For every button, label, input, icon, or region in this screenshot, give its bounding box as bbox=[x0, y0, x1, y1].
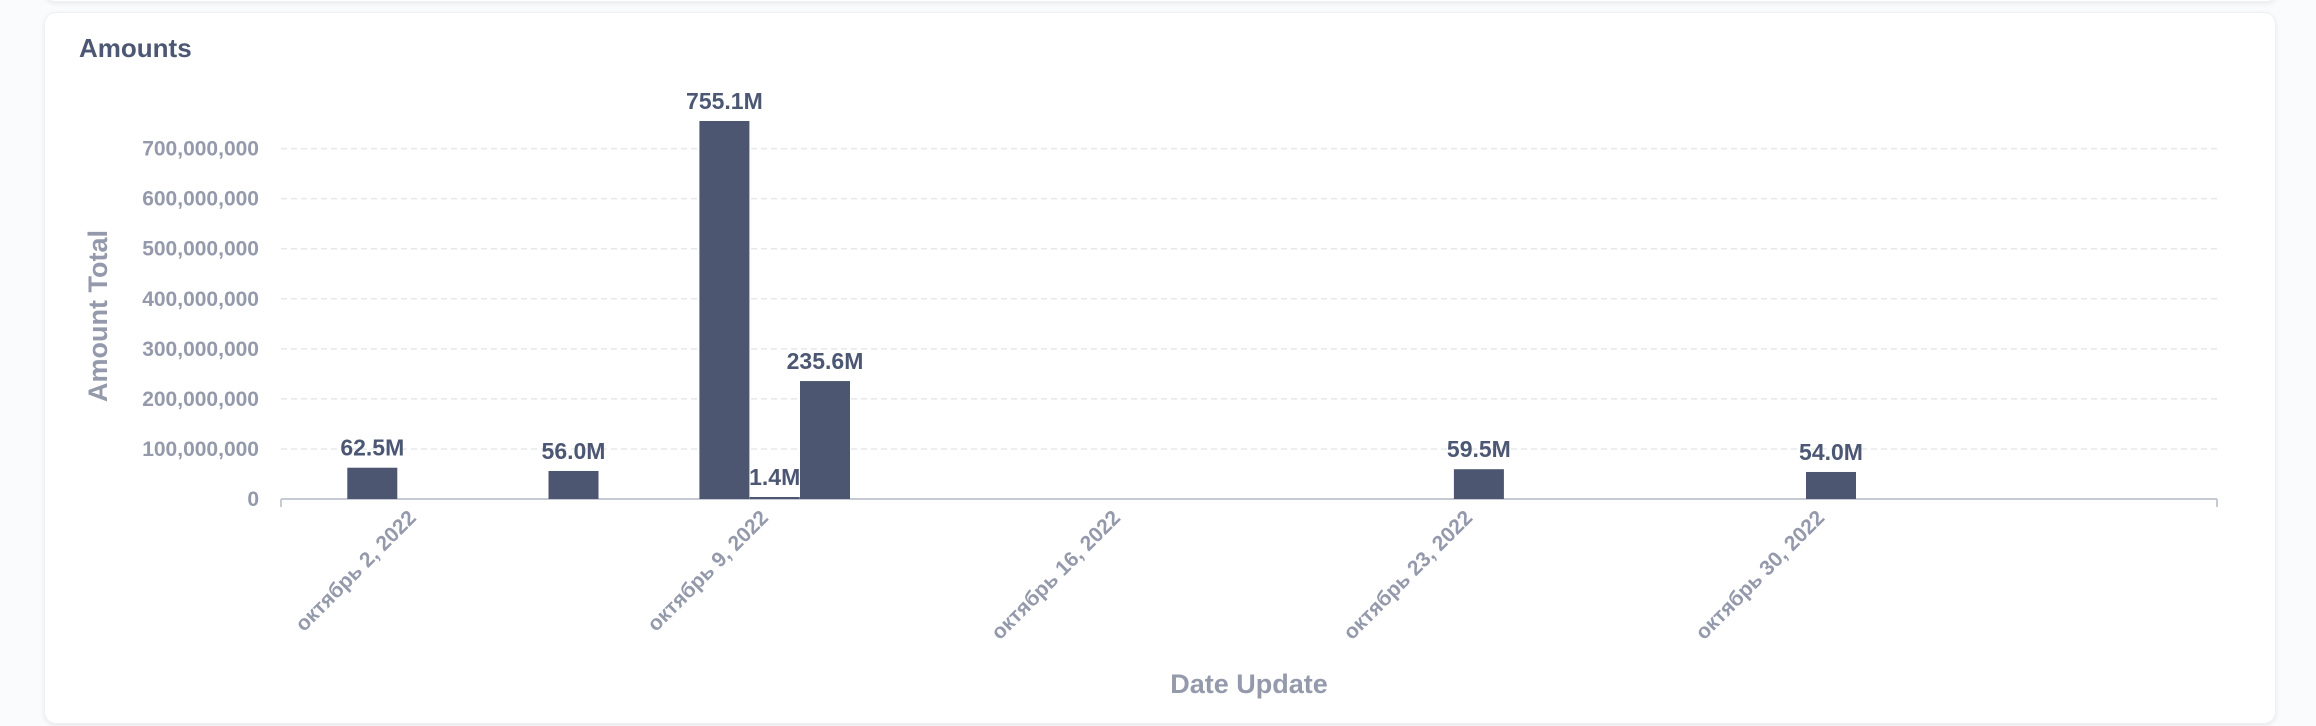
data-label: 59.5M bbox=[1447, 436, 1511, 462]
bar[interactable] bbox=[749, 497, 800, 499]
data-label: 54.0M bbox=[1799, 439, 1863, 465]
x-tick-label: октябрь 2, 2022 bbox=[291, 506, 421, 636]
bar[interactable] bbox=[1806, 471, 1856, 499]
chart-card: Amounts 0 100,000,000 200,000,000 300,000,0… bbox=[44, 12, 2276, 724]
x-tick-label: октябрь 9, 2022 bbox=[643, 506, 773, 636]
y-axis-title: Amount Total bbox=[83, 230, 113, 402]
y-tick-label: 700,000,000 bbox=[142, 138, 259, 161]
bar[interactable] bbox=[800, 381, 850, 499]
bar[interactable] bbox=[347, 467, 398, 499]
bar[interactable] bbox=[699, 121, 750, 499]
y-tick-label: 200,000,000 bbox=[142, 388, 259, 411]
bar[interactable] bbox=[1453, 469, 1504, 499]
y-tick-label: 100,000,000 bbox=[142, 438, 259, 461]
data-label: 1.4M bbox=[749, 464, 800, 490]
x-tick-label: октябрь 30, 2022 bbox=[1691, 506, 1829, 644]
x-tick-label: октябрь 16, 2022 bbox=[987, 506, 1125, 644]
y-tick-label: 500,000,000 bbox=[142, 238, 259, 261]
data-label: 62.5M bbox=[340, 435, 404, 461]
data-label: 755.1M bbox=[686, 88, 763, 114]
bar[interactable] bbox=[548, 470, 599, 499]
data-label: 56.0M bbox=[542, 438, 606, 464]
y-tick-label: 600,000,000 bbox=[142, 188, 259, 211]
previous-card-edge bbox=[44, 0, 2278, 2]
bar-chart: 0 100,000,000 200,000,000 300,000,000 400,00… bbox=[83, 88, 2218, 699]
y-tick-label: 0 bbox=[247, 488, 259, 511]
y-tick-label: 400,000,000 bbox=[142, 288, 259, 311]
data-label: 235.6M bbox=[787, 348, 864, 374]
y-tick-label: 300,000,000 bbox=[142, 338, 259, 361]
x-tick-label: октябрь 23, 2022 bbox=[1339, 506, 1477, 644]
x-axis-title: Date Update bbox=[1170, 669, 1328, 699]
